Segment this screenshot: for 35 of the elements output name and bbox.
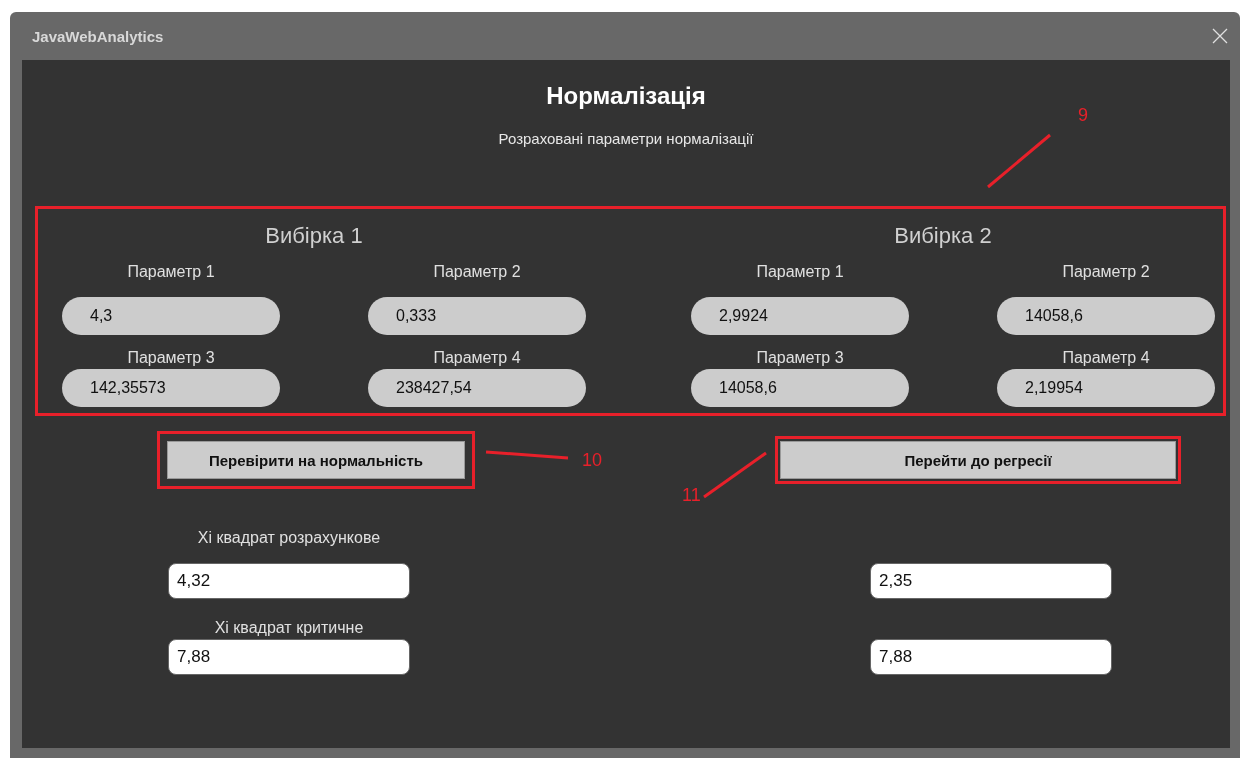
leader-line xyxy=(704,453,766,497)
annotation-number: 10 xyxy=(582,450,603,471)
parameter-field[interactable]: 142,35573 xyxy=(62,369,280,407)
parameter-label: Параметр 1 xyxy=(127,263,215,281)
page-heading: Нормалізація xyxy=(546,82,706,110)
parameter-label: Параметр 4 xyxy=(1062,349,1150,367)
parameter-label: Параметр 3 xyxy=(127,349,215,367)
action-button[interactable]: Перевірити на нормальність xyxy=(167,441,465,479)
parameter-field[interactable]: 14058,6 xyxy=(691,369,909,407)
annotation-number: 11 xyxy=(682,485,701,506)
action-button[interactable]: Перейти до регресії xyxy=(780,441,1176,479)
chi-square-field[interactable]: 7,88 xyxy=(870,639,1112,675)
parameter-field[interactable]: 2,19954 xyxy=(997,369,1215,407)
parameter-label: Параметр 2 xyxy=(433,263,521,281)
chi-square-field[interactable]: 2,35 xyxy=(870,563,1112,599)
annotation-number: 9 xyxy=(1078,105,1088,126)
parameter-label: Параметр 4 xyxy=(433,349,521,367)
parameter-field[interactable]: 0,333 xyxy=(368,297,586,335)
parameter-label: Параметр 2 xyxy=(1062,263,1150,281)
parameter-label: Параметр 1 xyxy=(756,263,844,281)
parameter-field[interactable]: 238427,54 xyxy=(368,369,586,407)
parameter-field[interactable]: 4,3 xyxy=(62,297,280,335)
chi-square-field[interactable]: 4,32 xyxy=(168,563,410,599)
page-subtitle: Розраховані параметри нормалізації xyxy=(498,130,754,147)
leader-line xyxy=(988,135,1050,187)
close-button[interactable] xyxy=(1210,26,1230,46)
sample-title: Вибірка 1 xyxy=(265,223,363,249)
chi-square-label: Хі квадрат розрахункове xyxy=(197,529,381,547)
parameter-field[interactable]: 2,9924 xyxy=(691,297,909,335)
sample-title: Вибірка 2 xyxy=(894,223,992,249)
parameter-label: Параметр 3 xyxy=(756,349,844,367)
chi-square-field[interactable]: 7,88 xyxy=(168,639,410,675)
parameter-field[interactable]: 14058,6 xyxy=(997,297,1215,335)
window-title: JavaWebAnalytics xyxy=(32,27,164,45)
chi-square-label: Хі квадрат критичне xyxy=(214,619,364,637)
